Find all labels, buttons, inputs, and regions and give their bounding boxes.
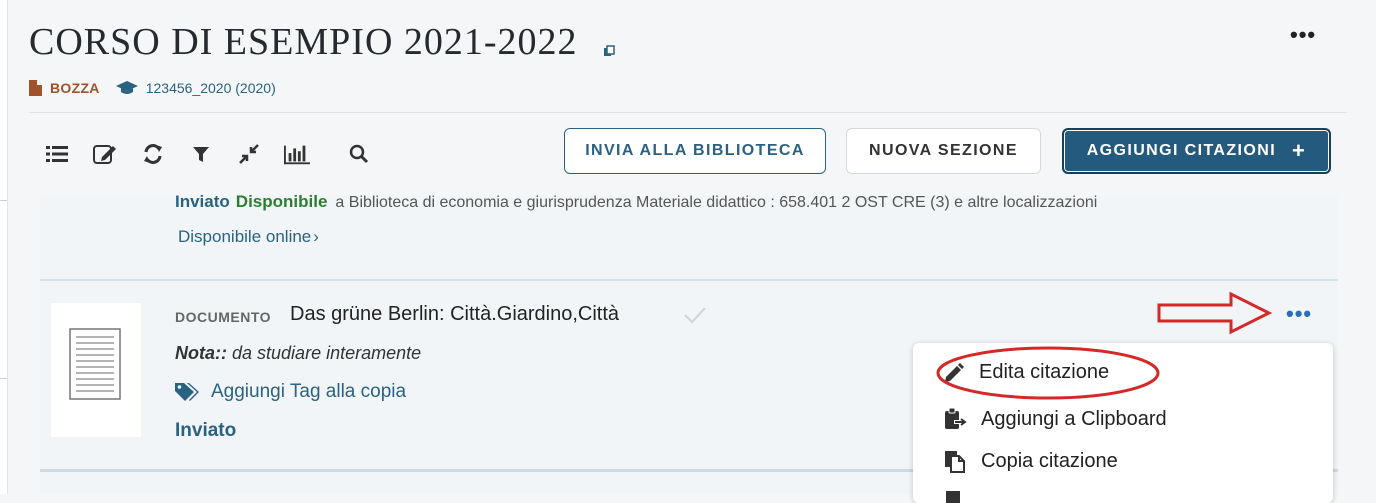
draft-document-icon (29, 80, 42, 96)
left-edge-strip (0, 0, 8, 494)
status-badge: BOZZA (50, 80, 100, 96)
page-title: CORSO DI ESEMPIO 2021-2022 (29, 21, 578, 63)
add-citations-label: AGGIUNGI CITAZIONI (1086, 142, 1277, 159)
collapse-icon[interactable] (236, 141, 262, 167)
online-availability-link[interactable]: Disponibile online › (178, 227, 319, 247)
citation-type: DOCUMENTO (175, 309, 272, 325)
citation-status: Inviato (175, 420, 237, 441)
edit-icon[interactable] (92, 141, 118, 167)
document-thumbnail-icon (69, 328, 121, 400)
send-to-library-button[interactable]: INVIA ALLA BIBLIOTECA (564, 128, 826, 174)
stats-icon[interactable] (284, 141, 310, 167)
clipboard-icon (945, 407, 967, 429)
refresh-icon[interactable] (140, 141, 166, 167)
copy-icon (945, 451, 965, 473)
citation-more-menu-button[interactable]: ••• (1286, 301, 1312, 327)
search-icon[interactable] (346, 141, 372, 167)
course-meta: BOZZA 123456_2020 (2020) (29, 80, 276, 96)
add-citations-button[interactable]: AGGIUNGI CITAZIONI + (1062, 128, 1331, 174)
menu-item-partial[interactable] (943, 491, 981, 503)
menu-item-label: Copia citazione (981, 449, 1118, 472)
copy-title-icon[interactable] (603, 45, 615, 57)
menu-item-add-to-clipboard[interactable]: Aggiungi a Clipboard (943, 407, 1167, 431)
note-text: da studiare interamente (232, 343, 422, 363)
annotation-arrow-icon (1157, 291, 1273, 335)
online-link-label: Disponibile online (178, 227, 312, 246)
add-tag-link[interactable]: Aggiungi Tag alla copia (175, 381, 406, 403)
checkmark-icon (684, 307, 706, 324)
prev-item-availability: Inviato Disponibile a Biblioteca di econom… (175, 192, 1097, 212)
graduation-cap-icon (115, 81, 138, 94)
course-more-menu-button[interactable]: ••• (1290, 22, 1316, 48)
citation-thumbnail (51, 303, 141, 437)
prev-item-status-available: Disponibile (235, 192, 328, 211)
course-code: 123456_2020 (2020) (145, 80, 276, 96)
prev-item-status-sent: Inviato (175, 192, 230, 211)
menu-item-partial-icon (946, 491, 960, 503)
plus-icon: + (1292, 138, 1307, 163)
list-icon[interactable] (44, 141, 70, 167)
menu-item-label: Aggiungi a Clipboard (981, 407, 1167, 430)
row-divider (40, 279, 1338, 281)
menu-item-copy-citation[interactable]: Copia citazione (943, 449, 1118, 473)
add-tag-label: Aggiungi Tag alla copia (211, 381, 407, 402)
citation-title[interactable]: Das grüne Berlin: Città.Giardino,Città (290, 303, 619, 326)
filter-icon[interactable] (188, 141, 214, 167)
chevron-right-icon: › (313, 227, 319, 246)
citation-note: Nota:: da studiare interamente (175, 343, 421, 364)
new-section-button[interactable]: NUOVA SEZIONE (846, 128, 1041, 174)
annotation-ellipse (936, 346, 1160, 400)
header-divider (29, 112, 1347, 113)
prev-item-location: a Biblioteca di economia e giurisprudenz… (335, 194, 1098, 211)
toolbar (44, 141, 394, 167)
tags-icon (175, 383, 199, 401)
note-label: Nota:: (175, 343, 227, 363)
